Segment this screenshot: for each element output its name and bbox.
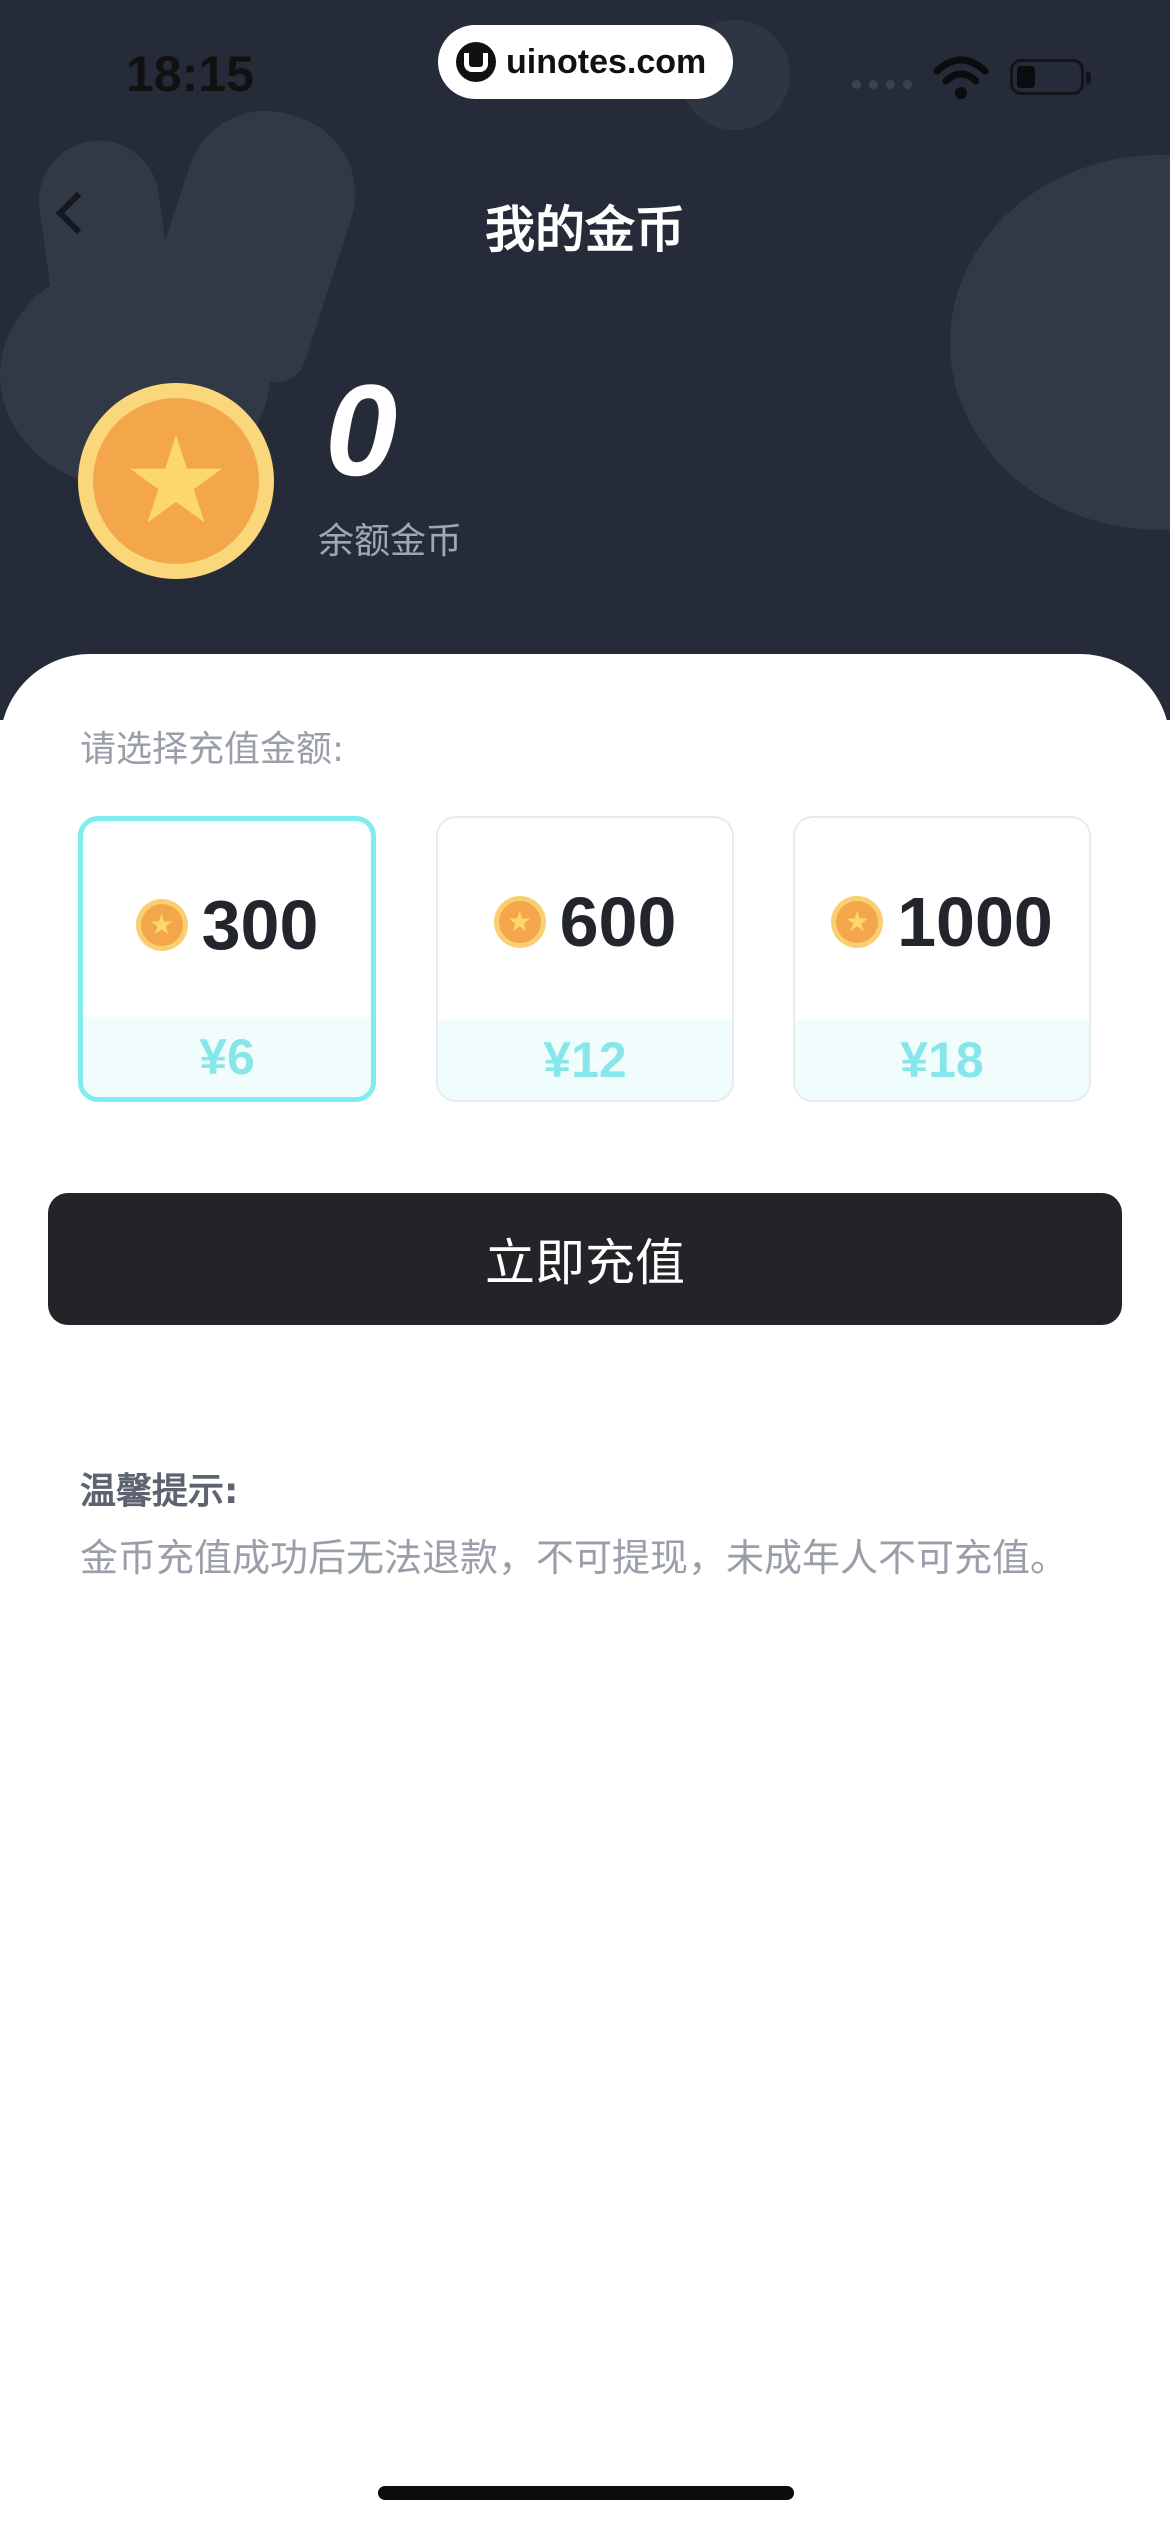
package-option-300[interactable]: ★ 300 ¥6 bbox=[78, 816, 376, 1102]
cellular-signal-icon bbox=[852, 80, 912, 89]
package-price: ¥12 bbox=[438, 1020, 732, 1100]
gold-coin-icon: ★ bbox=[78, 383, 274, 579]
coin-icon: ★ bbox=[493, 896, 546, 948]
select-amount-label: 请选择充值金额: bbox=[80, 729, 345, 770]
notice-text: 金币充值成功后无法退款，不可提现，未成年人不可充值。 bbox=[80, 1536, 1069, 1580]
package-amount: 600 bbox=[559, 883, 677, 961]
home-indicator[interactable] bbox=[378, 2486, 794, 2500]
balance-label: 余额金币 bbox=[318, 521, 463, 562]
package-price: ¥6 bbox=[83, 1017, 371, 1097]
battery-icon bbox=[1010, 59, 1091, 95]
package-amount: 1000 bbox=[897, 883, 1053, 961]
watermark-text: uinotes.com bbox=[506, 42, 707, 81]
package-option-600[interactable]: ★ 600 ¥12 bbox=[436, 816, 734, 1102]
package-amount: 300 bbox=[201, 886, 319, 964]
status-time: 18:15 bbox=[126, 46, 254, 102]
watermark-logo-icon bbox=[456, 42, 496, 82]
coin-balance: 0 bbox=[325, 357, 398, 503]
wifi-icon bbox=[933, 56, 989, 99]
watermark-badge: uinotes.com bbox=[438, 25, 733, 99]
recharge-now-button[interactable]: 立即充值 bbox=[48, 1193, 1122, 1325]
coin-icon: ★ bbox=[135, 899, 188, 951]
package-price: ¥18 bbox=[795, 1020, 1089, 1100]
notice-title: 温馨提示: bbox=[80, 1471, 239, 1512]
page-title: 我的金币 bbox=[485, 201, 685, 259]
package-option-1000[interactable]: ★ 1000 ¥18 bbox=[793, 816, 1091, 1102]
coin-icon: ★ bbox=[831, 896, 884, 948]
header-background: 18:15 uinotes.com 我的金币 ★ 0 余额金币 bbox=[0, 0, 1170, 720]
